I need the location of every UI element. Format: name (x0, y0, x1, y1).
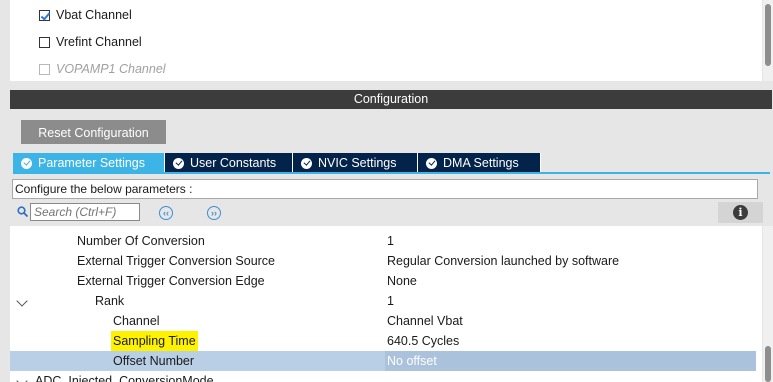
param-name: Sampling Time (111, 331, 198, 351)
vopamp1-channel-checkbox (39, 63, 50, 75)
param-value: 1 (387, 294, 394, 308)
param-name: Rank (95, 294, 125, 308)
tab-label: DMA Settings (443, 156, 519, 170)
vrefint-channel-row[interactable]: Vrefint Channel (39, 33, 142, 51)
param-name: External Trigger Conversion Edge (77, 274, 265, 288)
search-input[interactable] (30, 203, 140, 221)
vbat-channel-row[interactable]: Vbat Channel (39, 6, 132, 24)
param-value: Channel Vbat (387, 314, 463, 328)
parameter-table-scrollbar[interactable] (763, 226, 773, 382)
table-row[interactable]: Number Of Conversion 1 (10, 231, 756, 251)
parameter-table: Number Of Conversion 1 External Trigger … (10, 226, 762, 382)
tab-parameter-settings[interactable]: Parameter Settings (13, 153, 165, 173)
table-row[interactable]: External Trigger Conversion Edge None (10, 271, 756, 291)
configure-parameters-text: Configure the below parameters : (12, 179, 758, 199)
tabs-underline (13, 172, 770, 174)
configuration-header: Configuration (10, 90, 772, 109)
tab-nvic-settings[interactable]: NVIC Settings (293, 153, 418, 173)
vrefint-channel-checkbox[interactable] (39, 36, 50, 48)
vopamp1-channel-row: VOPAMP1 Channel (39, 60, 166, 78)
table-row[interactable]: Sampling Time 640.5 Cycles (10, 331, 756, 351)
table-row[interactable]: External Trigger Conversion Source Regul… (10, 251, 756, 271)
chevron-down-icon[interactable] (16, 295, 28, 307)
info-icon: i (733, 205, 748, 220)
vbat-channel-label: Vbat Channel (56, 8, 132, 22)
tab-label: User Constants (190, 156, 277, 170)
search-previous-icon[interactable]: ‹‹ (159, 206, 173, 220)
param-value[interactable]: No offset (387, 351, 437, 371)
check-circle-icon (426, 157, 437, 169)
info-button[interactable]: i (718, 202, 763, 223)
rank-row[interactable]: Rank 1 (10, 291, 756, 311)
vbat-channel-checkbox[interactable] (39, 9, 50, 21)
vrefint-channel-label: Vrefint Channel (56, 35, 142, 49)
param-name: Channel (113, 314, 160, 328)
settings-tabs: Parameter Settings User Constants NVIC S… (13, 153, 541, 173)
selected-table-row[interactable]: Offset Number No offset (10, 351, 756, 371)
channel-list-scrollbar[interactable] (763, 0, 773, 81)
vopamp1-channel-label: VOPAMP1 Channel (56, 62, 166, 76)
check-circle-icon (301, 157, 312, 169)
search-icon (17, 206, 29, 218)
value-cell-highlight (385, 351, 756, 371)
tab-dma-settings[interactable]: DMA Settings (418, 153, 541, 173)
param-name: ADC_Injected_ConversionMode (35, 374, 214, 382)
tab-label: NVIC Settings (318, 156, 397, 170)
chevron-down-icon[interactable] (16, 375, 28, 382)
tab-user-constants[interactable]: User Constants (165, 153, 293, 173)
channel-list-scroll-thumb[interactable] (765, 4, 771, 66)
parameter-table-scroll-thumb[interactable] (765, 346, 771, 382)
tab-label: Parameter Settings (38, 156, 145, 170)
reset-configuration-button[interactable]: Reset Configuration (21, 120, 166, 144)
check-circle-icon (173, 157, 184, 169)
param-value: None (387, 274, 417, 288)
param-value: 1 (387, 234, 394, 248)
check-circle-icon (21, 157, 32, 169)
param-value: 640.5 Cycles (387, 334, 460, 348)
table-row[interactable]: ADC_Injected_ConversionMode (10, 371, 756, 382)
search-next-icon[interactable]: ›› (207, 206, 221, 220)
channel-list-panel: Vbat Channel Vrefint Channel VOPAMP1 Cha… (10, 0, 762, 81)
param-name: Offset Number (113, 354, 195, 368)
param-name: External Trigger Conversion Source (77, 254, 276, 268)
table-row[interactable]: Channel Channel Vbat (10, 311, 756, 331)
param-value: Regular Conversion launched by software (387, 254, 620, 268)
param-name: Number Of Conversion (77, 234, 205, 248)
